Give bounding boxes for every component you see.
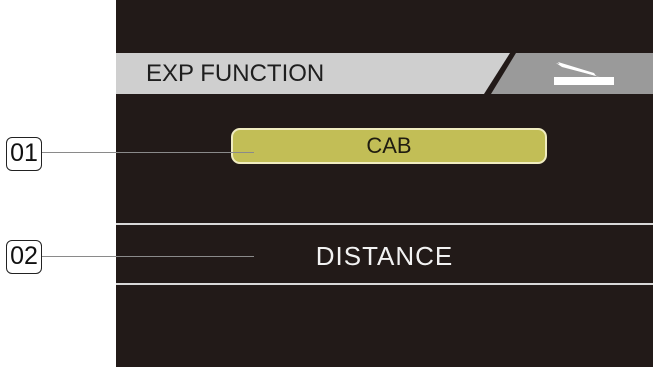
display-screen: EXP FUNCTION CAB DISTANCE <box>116 0 653 367</box>
expression-pedal-icon <box>554 62 614 85</box>
page-title: EXP FUNCTION <box>146 60 325 87</box>
callout-01-line <box>42 152 254 153</box>
option-distance[interactable]: DISTANCE <box>116 226 653 284</box>
callout-02: 02 <box>6 240 42 274</box>
divider-top <box>116 223 653 225</box>
selected-option-cab[interactable]: CAB <box>231 128 547 164</box>
callout-02-line <box>42 256 254 257</box>
divider-bottom <box>116 283 653 285</box>
header-bar: EXP FUNCTION <box>116 53 653 94</box>
callout-01: 01 <box>6 137 42 171</box>
